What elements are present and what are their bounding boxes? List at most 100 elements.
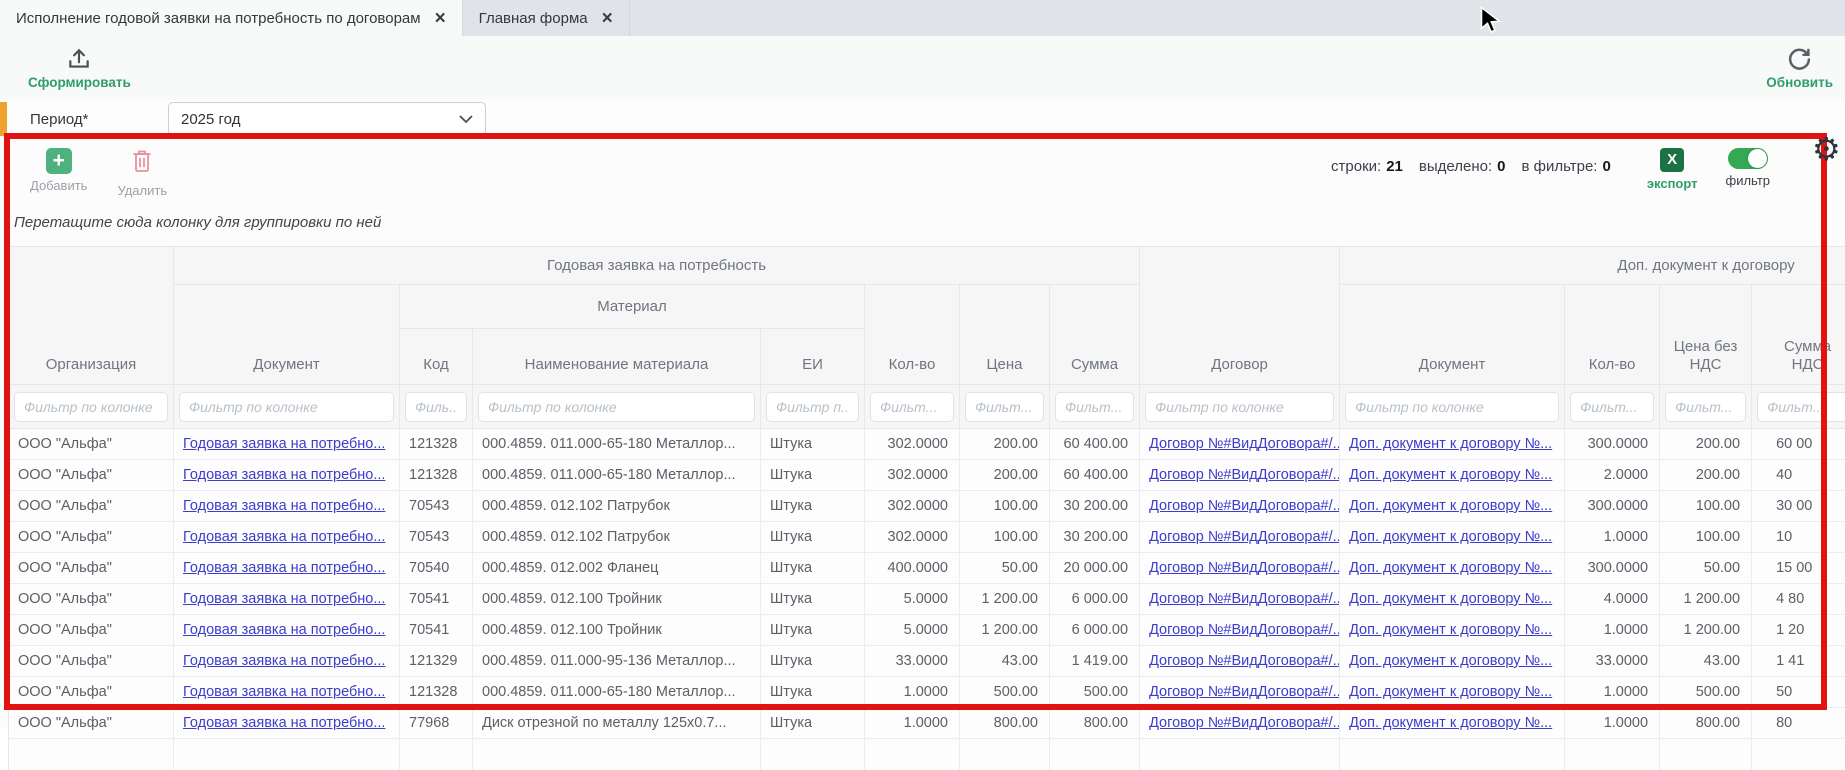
cell-link[interactable]: Годовая заявка на потребно... (183, 653, 385, 669)
column-header-1[interactable]: Документ (174, 285, 400, 385)
data-grid: ОрганизацияГодовая заявка на потребность… (8, 246, 1845, 770)
cell: Штука (761, 460, 865, 491)
cell-link[interactable]: Договор №#ВидДоговора#/... (1149, 622, 1340, 638)
cell-link[interactable]: Договор №#ВидДоговора#/... (1149, 529, 1340, 545)
cell: 6 000.00 (1050, 615, 1140, 646)
filter-input-3[interactable] (478, 392, 755, 422)
cell: 302.0000 (865, 429, 960, 460)
filter-cell (1050, 385, 1140, 429)
add-button[interactable]: + Добавить (30, 148, 87, 193)
filter-input-7[interactable] (1055, 392, 1134, 422)
cell-link[interactable]: Доп. документ к договору №... (1349, 622, 1552, 638)
cell-link[interactable]: Договор №#ВидДоговора#/... (1149, 653, 1340, 669)
column-header-0[interactable]: Организация (9, 247, 174, 385)
cell: Штука (761, 708, 865, 739)
cell-link[interactable]: Доп. документ к договору №... (1349, 560, 1552, 576)
column-header-12[interactable]: Сумма НДС (1752, 285, 1845, 385)
column-header-6[interactable]: Цена (960, 285, 1050, 385)
cell: Годовая заявка на потребно... (174, 553, 400, 584)
cell-link[interactable]: Годовая заявка на потребно... (183, 684, 385, 700)
filter-input-1[interactable] (179, 392, 394, 422)
cell: Договор №#ВидДоговора#/... (1140, 491, 1340, 522)
column-header-10[interactable]: Кол-во (1565, 285, 1660, 385)
settings-gear-icon[interactable]: ⚙ (1812, 130, 1841, 168)
filter-input-5[interactable] (870, 392, 954, 422)
selected-value: 0 (1497, 158, 1505, 175)
selected-label: выделено: (1419, 158, 1492, 175)
cell-link[interactable]: Годовая заявка на потребно... (183, 436, 385, 452)
cell-link[interactable]: Доп. документ к договору №... (1349, 591, 1552, 607)
cell-link[interactable]: Годовая заявка на потребно... (183, 560, 385, 576)
cell: 70540 (400, 553, 473, 584)
tab-glavnaya-forma[interactable]: Главная форма × (463, 0, 630, 36)
cell: 60 400.00 (1050, 429, 1140, 460)
delete-button[interactable]: Удалить (117, 148, 167, 198)
tab-close-icon[interactable]: × (435, 9, 446, 28)
cell: 77968 (400, 708, 473, 739)
cell-link[interactable]: Годовая заявка на потребно... (183, 498, 385, 514)
tab-label: Главная форма (479, 10, 588, 27)
cell-link[interactable]: Договор №#ВидДоговора#/... (1149, 591, 1340, 607)
cell-link[interactable]: Доп. документ к договору №... (1349, 684, 1552, 700)
cell: Договор №#ВидДоговора#/... (1140, 677, 1340, 708)
period-select[interactable]: 2025 год (168, 102, 486, 136)
cell: ООО "Альфа" (9, 584, 174, 615)
cell: 50 (1752, 677, 1845, 708)
cell-link[interactable]: Годовая заявка на потребно... (183, 529, 385, 545)
cell (174, 739, 400, 770)
column-header-5[interactable]: Кол-во (865, 285, 960, 385)
cell: Договор №#ВидДоговора#/... (1140, 615, 1340, 646)
tab-close-icon[interactable]: × (602, 9, 613, 28)
column-header-2[interactable]: Код (400, 329, 473, 385)
filter-toggle[interactable]: фильтр (1726, 148, 1770, 188)
column-header-11[interactable]: Цена без НДС (1660, 285, 1752, 385)
cell: 300.0000 (1565, 491, 1660, 522)
filter-input-4[interactable] (766, 392, 859, 422)
filter-input-8[interactable] (1145, 392, 1334, 422)
cell-link[interactable]: Доп. документ к договору №... (1349, 653, 1552, 669)
cell: Годовая заявка на потребно... (174, 646, 400, 677)
filter-input-9[interactable] (1345, 392, 1559, 422)
cell-link[interactable]: Доп. документ к договору №... (1349, 529, 1552, 545)
cell-link[interactable]: Доп. документ к договору №... (1349, 498, 1552, 514)
cell: Договор №#ВидДоговора#/... (1140, 460, 1340, 491)
filter-input-2[interactable] (405, 392, 467, 422)
cell-link[interactable]: Договор №#ВидДоговора#/... (1149, 467, 1340, 483)
cell-link[interactable]: Доп. документ к договору №... (1349, 467, 1552, 483)
cell: Годовая заявка на потребно... (174, 522, 400, 553)
column-header-3[interactable]: Наименование материала (473, 329, 761, 385)
filter-input-0[interactable] (14, 392, 168, 422)
cell: 800.00 (1050, 708, 1140, 739)
filter-input-10[interactable] (1570, 392, 1654, 422)
cell-link[interactable]: Договор №#ВидДоговора#/... (1149, 684, 1340, 700)
cell: 1.0000 (865, 708, 960, 739)
cell-link[interactable]: Договор №#ВидДоговора#/... (1149, 498, 1340, 514)
tab-ispolnenie-zayavki[interactable]: Исполнение годовой заявки на потребность… (0, 0, 463, 36)
cell-link[interactable]: Доп. документ к договору №... (1349, 436, 1552, 452)
cell: 33.0000 (1565, 646, 1660, 677)
cell: 4.0000 (1565, 584, 1660, 615)
cell: Доп. документ к договору №... (1340, 708, 1565, 739)
column-header-4[interactable]: ЕИ (761, 329, 865, 385)
cell-link[interactable]: Годовая заявка на потребно... (183, 591, 385, 607)
filter-cell (1340, 385, 1565, 429)
cell: 50.00 (1660, 553, 1752, 584)
filter-input-6[interactable] (965, 392, 1044, 422)
export-button[interactable]: X экспорт (1647, 148, 1698, 191)
column-header-9[interactable]: Документ (1340, 285, 1565, 385)
filter-input-11[interactable] (1665, 392, 1746, 422)
group-dropzone[interactable]: Перетащите сюда колонку для группировки … (14, 214, 1845, 238)
filter-input-12[interactable] (1757, 392, 1845, 422)
cell-link[interactable]: Годовая заявка на потребно... (183, 622, 385, 638)
cell: 300.0000 (1565, 553, 1660, 584)
refresh-button[interactable]: Обновить (1766, 47, 1833, 90)
cell-link[interactable]: Годовая заявка на потребно... (183, 467, 385, 483)
cell-link[interactable]: Договор №#ВидДоговора#/... (1149, 560, 1340, 576)
column-header-8[interactable]: Договор (1140, 247, 1340, 385)
generate-button[interactable]: Сформировать (28, 46, 131, 90)
cell: 30 200.00 (1050, 491, 1140, 522)
cell-link[interactable]: Договор №#ВидДоговора#/... (1149, 436, 1340, 452)
period-label: Период* (30, 111, 168, 128)
cell: Штука (761, 553, 865, 584)
column-header-7[interactable]: Сумма (1050, 285, 1140, 385)
